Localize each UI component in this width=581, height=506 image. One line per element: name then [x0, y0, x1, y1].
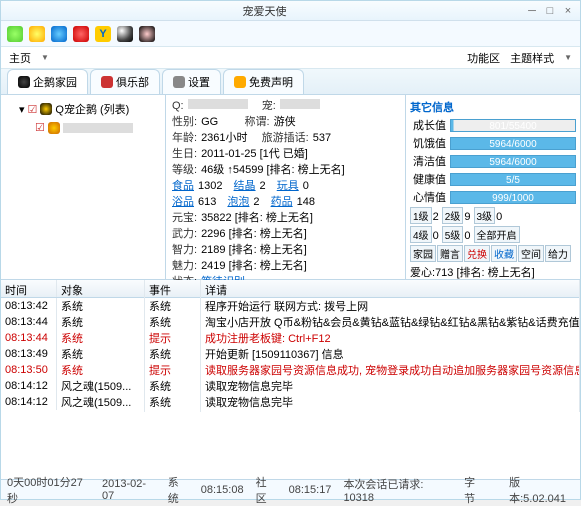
window-title: 宠爱天使	[5, 3, 524, 19]
tree-pet-item[interactable]: ☑	[5, 119, 161, 136]
qq-icon[interactable]	[117, 26, 133, 42]
log-table: 时间 对象 事件 详请 08:13:42系统系统程序开始运行 联网方式: 拨号上…	[1, 280, 580, 479]
link-bubble[interactable]: 泡泡	[227, 195, 249, 210]
refresh-icon[interactable]	[7, 26, 23, 42]
log-row[interactable]: 08:14:12风之魂(1509...系统读取宠物信息完毕	[1, 394, 580, 410]
mood-bar: 999/1000	[450, 191, 576, 204]
tab-home[interactable]: 企鹅家园	[7, 69, 88, 94]
link-bath[interactable]: 浴品	[172, 195, 194, 210]
req-count: 本次会话已请求: 10318	[343, 476, 452, 504]
time2: 08:15:17	[289, 484, 332, 496]
grow-bar: 801/55400	[450, 119, 576, 132]
gear-icon	[173, 76, 185, 88]
globe-icon[interactable]	[51, 26, 67, 42]
warn-icon	[234, 76, 246, 88]
btn-fav[interactable]: 收藏	[491, 245, 517, 262]
lv3-btn[interactable]: 3级	[474, 207, 496, 224]
bulb-icon[interactable]	[29, 26, 45, 42]
uptime: 0天00时01分27秒	[7, 474, 90, 506]
minimize-button[interactable]: ─	[524, 4, 540, 18]
pet-info-panel: Q: 宠: 性别:GG 称谓:游侠 年龄:2361小时 旅游插话:537 生日:…	[166, 95, 405, 279]
penguin-icon	[40, 103, 52, 115]
link-food[interactable]: 食品	[172, 179, 194, 194]
lv1-btn[interactable]: 1级	[410, 207, 432, 224]
tab-club[interactable]: 俱乐部	[90, 69, 160, 94]
lv5-btn[interactable]: 5级	[442, 226, 464, 243]
btn-feed[interactable]: 给力	[545, 245, 571, 262]
date: 2013-02-07	[102, 478, 156, 502]
gear-icon[interactable]	[139, 26, 155, 42]
chevron-down-icon[interactable]: ▼	[41, 53, 49, 62]
penguin-icon	[18, 76, 30, 88]
lv2-btn[interactable]: 2级	[442, 207, 464, 224]
btn-home[interactable]: 家园	[410, 245, 436, 262]
btn-space[interactable]: 空间	[518, 245, 544, 262]
y-icon[interactable]: Y	[95, 26, 111, 42]
menu-theme[interactable]: 主题样式	[510, 50, 554, 66]
btn-gift[interactable]: 赠言	[437, 245, 463, 262]
hunger-bar: 5964/6000	[450, 137, 576, 150]
statusbar: 0天00时01分27秒 2013-02-07 系统 08:15:08 社区 08…	[1, 479, 580, 499]
clean-bar: 5964/6000	[450, 155, 576, 168]
tab-disclaimer[interactable]: 免费声明	[223, 69, 304, 94]
comm-label: 社区	[256, 474, 277, 506]
tab-settings[interactable]: 设置	[162, 69, 221, 94]
pet-tree: ▾ ☑Q宠企鹅 (列表) ☑	[1, 95, 166, 279]
q-value	[188, 99, 248, 109]
stats-panel: 其它信息 成长值801/55400 饥饿值5964/6000 清洁值5964/6…	[405, 95, 580, 279]
link-med[interactable]: 药品	[271, 195, 293, 210]
health-bar: 5/5	[450, 173, 576, 186]
btn-exchange[interactable]: 兑换	[464, 245, 490, 262]
home-icon[interactable]	[73, 26, 89, 42]
chevron-down-icon[interactable]: ▼	[564, 53, 572, 62]
icon-toolbar: Y	[1, 21, 580, 47]
maximize-button[interactable]: □	[542, 4, 558, 18]
version: 版本:5.02.041	[509, 474, 574, 506]
link-crystal[interactable]: 结晶	[234, 179, 256, 194]
menu-home[interactable]: 主页	[9, 50, 31, 66]
sys-label: 系统	[168, 474, 189, 506]
pet-icon	[48, 122, 60, 134]
titlebar: 宠爱天使 ─ □ ×	[1, 1, 580, 21]
stats-header: 其它信息	[410, 99, 576, 115]
link-toy[interactable]: 玩具	[277, 179, 299, 194]
club-icon	[101, 76, 113, 88]
tree-root[interactable]: ▾ ☑Q宠企鹅 (列表)	[5, 99, 161, 119]
menubar: 主页 ▼ 功能区 主题样式 ▼	[1, 47, 580, 69]
menu-func[interactable]: 功能区	[467, 50, 500, 66]
all-open-btn[interactable]: 全部开启	[474, 226, 520, 243]
tabbar: 企鹅家园 俱乐部 设置 免费声明	[1, 69, 580, 95]
pet-name-blurred	[63, 123, 133, 133]
time1: 08:15:08	[201, 484, 244, 496]
sub-label: 字节	[464, 474, 485, 506]
pet-value	[280, 99, 320, 109]
close-button[interactable]: ×	[560, 4, 576, 18]
lv4-btn[interactable]: 4级	[410, 226, 432, 243]
